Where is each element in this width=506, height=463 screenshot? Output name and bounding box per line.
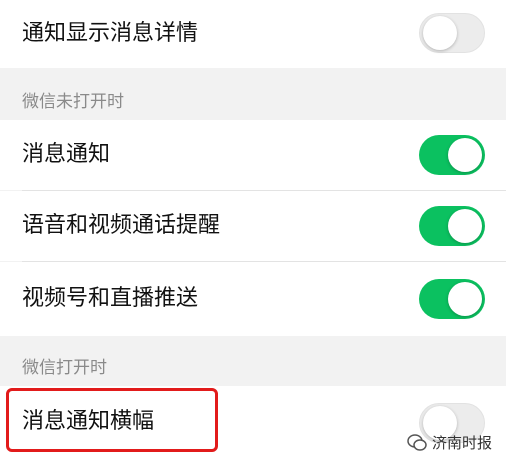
message-notification-toggle[interactable] [419, 135, 485, 175]
highlight-box [6, 388, 218, 452]
toggle-knob [448, 209, 482, 243]
row-show-message-details[interactable]: 通知显示消息详情 [0, 0, 506, 68]
toggle-knob [423, 16, 457, 50]
section-header-open: 微信打开时 [22, 358, 107, 378]
call-reminder-toggle[interactable] [419, 206, 485, 246]
row-label: 消息通知 [22, 142, 111, 167]
section-header-closed: 微信未打开时 [22, 92, 124, 112]
toggle-knob [448, 138, 482, 172]
row-label: 通知显示消息详情 [22, 21, 199, 46]
row-channels-live-push[interactable]: 视频号和直播推送 [0, 262, 506, 336]
row-label: 视频号和直播推送 [22, 286, 199, 311]
toggle-knob [448, 282, 482, 316]
watermark-text: 济南时报 [431, 434, 492, 452]
wechat-bubble-icon [407, 433, 427, 453]
row-message-notification[interactable]: 消息通知 [0, 120, 506, 190]
show-details-toggle[interactable] [419, 13, 485, 53]
row-call-reminder[interactable]: 语音和视频通话提醒 [0, 191, 506, 261]
channels-live-push-toggle[interactable] [419, 279, 485, 319]
watermark: 济南时报 [407, 432, 492, 453]
row-label: 语音和视频通话提醒 [22, 213, 221, 238]
